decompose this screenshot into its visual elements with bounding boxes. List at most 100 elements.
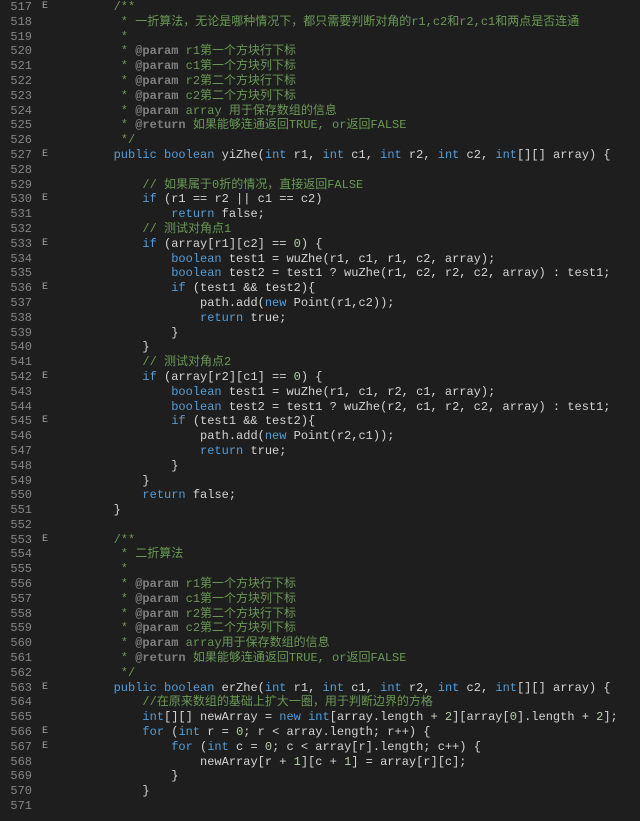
code-line[interactable]: if (test1 && test2){ — [56, 414, 618, 429]
code-line[interactable]: return true; — [56, 444, 618, 459]
token-pl: r1, — [286, 148, 322, 162]
fold-gutter[interactable]: EEEEEEEEEEE — [38, 0, 52, 814]
code-line[interactable]: for (int c = 0; c < array[r].length; c++… — [56, 740, 618, 755]
code-line[interactable]: } — [56, 503, 618, 518]
fold-spacer — [38, 74, 52, 89]
code-line[interactable]: // 如果属于0折的情况，直接返回FALSE — [56, 178, 618, 193]
code-line[interactable]: } — [56, 340, 618, 355]
fold-spacer — [38, 562, 52, 577]
code-line[interactable]: newArray[r + 1][c + 1] = array[r][c]; — [56, 755, 618, 770]
code-line[interactable]: * @param c1第一个方块列下标 — [56, 59, 618, 74]
fold-marker-icon[interactable]: E — [38, 740, 52, 755]
token-pl: } — [171, 326, 178, 340]
fold-marker-icon[interactable]: E — [38, 0, 52, 15]
line-number: 563 — [0, 681, 32, 696]
code-line[interactable]: * @param r1第一个方块行下标 — [56, 577, 618, 592]
code-line[interactable]: return false; — [56, 488, 618, 503]
code-line[interactable]: * @return 如果能够连通返回TRUE, or返回FALSE — [56, 651, 618, 666]
code-line[interactable]: * @param c2第二个方块列下标 — [56, 89, 618, 104]
token-tag: @param — [135, 592, 178, 606]
token-tag: @param — [135, 74, 178, 88]
fold-marker-icon[interactable]: E — [38, 370, 52, 385]
code-line[interactable]: * @param array 用于保存数组的信息 — [56, 104, 618, 119]
fold-spacer — [38, 266, 52, 281]
code-line[interactable]: } — [56, 474, 618, 489]
code-line[interactable]: } — [56, 784, 618, 799]
code-line[interactable]: public boolean erZhe(int r1, int c1, int… — [56, 681, 618, 696]
code-line[interactable]: boolean test1 = wuZhe(r1, c1, r2, c1, ar… — [56, 385, 618, 400]
code-editor[interactable]: 5175185195205215225235245255265275285295… — [0, 0, 640, 814]
code-line[interactable]: path.add(new Point(r2,c1)); — [56, 429, 618, 444]
token-type: boolean — [164, 148, 214, 162]
code-line[interactable] — [56, 163, 618, 178]
code-line[interactable]: * @param c2第二个方块列下标 — [56, 621, 618, 636]
token-pl: c2, — [459, 148, 495, 162]
code-line[interactable]: if (test1 && test2){ — [56, 281, 618, 296]
code-line[interactable]: public boolean yiZhe(int r1, int c1, int… — [56, 148, 618, 163]
fold-spacer — [38, 207, 52, 222]
fold-marker-icon[interactable]: E — [38, 281, 52, 296]
code-line[interactable]: * — [56, 562, 618, 577]
token-cmt: */ — [114, 666, 136, 680]
code-line[interactable]: * @param c1第一个方块列下标 — [56, 592, 618, 607]
code-line[interactable]: * @param r1第一个方块行下标 — [56, 44, 618, 59]
code-line[interactable]: if (array[r2][c1] == 0) { — [56, 370, 618, 385]
token-cmt: c2第二个方块列下标 — [178, 621, 296, 635]
fold-spacer — [38, 474, 52, 489]
code-line[interactable] — [56, 799, 618, 814]
code-content[interactable]: /** * 一折算法，无论是哪种情况下，都只需要判断对角的r1,c2和r2,c1… — [52, 0, 618, 814]
code-line[interactable]: * @param r2第二个方块行下标 — [56, 74, 618, 89]
code-line[interactable]: if (array[r1][c2] == 0) { — [56, 237, 618, 252]
code-line[interactable]: return true; — [56, 311, 618, 326]
fold-marker-icon[interactable]: E — [38, 148, 52, 163]
token-kw: new — [279, 710, 301, 724]
code-line[interactable]: return false; — [56, 207, 618, 222]
code-line[interactable]: //在原来数组的基础上扩大一圈，用于判断边界的方格 — [56, 695, 618, 710]
code-line[interactable]: * @param array用于保存数组的信息 — [56, 636, 618, 651]
code-line[interactable]: /** — [56, 533, 618, 548]
code-line[interactable]: // 测试对角点1 — [56, 222, 618, 237]
code-line[interactable]: */ — [56, 133, 618, 148]
fold-marker-icon[interactable]: E — [38, 725, 52, 740]
token-type: int — [438, 148, 460, 162]
line-number: 533 — [0, 237, 32, 252]
fold-marker-icon[interactable]: E — [38, 681, 52, 696]
code-line[interactable]: * — [56, 30, 618, 45]
fold-marker-icon[interactable]: E — [38, 237, 52, 252]
code-line[interactable] — [56, 518, 618, 533]
token-pl: ; r < array.length; r++) { — [243, 725, 430, 739]
code-line[interactable]: } — [56, 326, 618, 341]
code-line[interactable]: path.add(new Point(r1,c2)); — [56, 296, 618, 311]
token-pl: } — [114, 503, 121, 517]
line-number: 557 — [0, 592, 32, 607]
line-number: 534 — [0, 252, 32, 267]
code-line[interactable]: int[][] newArray = new int[array.length … — [56, 710, 618, 725]
fold-spacer — [38, 133, 52, 148]
code-line[interactable]: * 一折算法，无论是哪种情况下，都只需要判断对角的r1,c2和r2,c1和两点是… — [56, 15, 618, 30]
fold-marker-icon[interactable]: E — [38, 192, 52, 207]
code-line[interactable]: boolean test2 = test1 ? wuZhe(r1, c2, r2… — [56, 266, 618, 281]
fold-spacer — [38, 30, 52, 45]
token-cmt: r2第二个方块行下标 — [178, 607, 296, 621]
code-line[interactable]: if (r1 == r2 || c1 == c2) — [56, 192, 618, 207]
code-line[interactable]: // 测试对角点2 — [56, 355, 618, 370]
token-pl: true; — [243, 311, 286, 325]
line-number: 547 — [0, 444, 32, 459]
code-line[interactable]: } — [56, 459, 618, 474]
code-line[interactable]: for (int r = 0; r < array.length; r++) { — [56, 725, 618, 740]
token-pl: test1 = wuZhe(r1, c1, r2, c1, array); — [222, 385, 496, 399]
code-line[interactable]: * 二折算法 — [56, 547, 618, 562]
fold-spacer — [38, 400, 52, 415]
code-line[interactable]: /** — [56, 0, 618, 15]
code-line[interactable]: } — [56, 769, 618, 784]
code-line[interactable]: boolean test2 = test1 ? wuZhe(r2, c1, r2… — [56, 400, 618, 415]
fold-marker-icon[interactable]: E — [38, 414, 52, 429]
fold-spacer — [38, 15, 52, 30]
fold-marker-icon[interactable]: E — [38, 533, 52, 548]
token-cmt: * — [114, 44, 136, 58]
line-number: 566 — [0, 725, 32, 740]
code-line[interactable]: * @return 如果能够连通返回TRUE, or返回FALSE — [56, 118, 618, 133]
code-line[interactable]: */ — [56, 666, 618, 681]
code-line[interactable]: boolean test1 = wuZhe(r1, c1, r1, c2, ar… — [56, 252, 618, 267]
code-line[interactable]: * @param r2第二个方块行下标 — [56, 607, 618, 622]
